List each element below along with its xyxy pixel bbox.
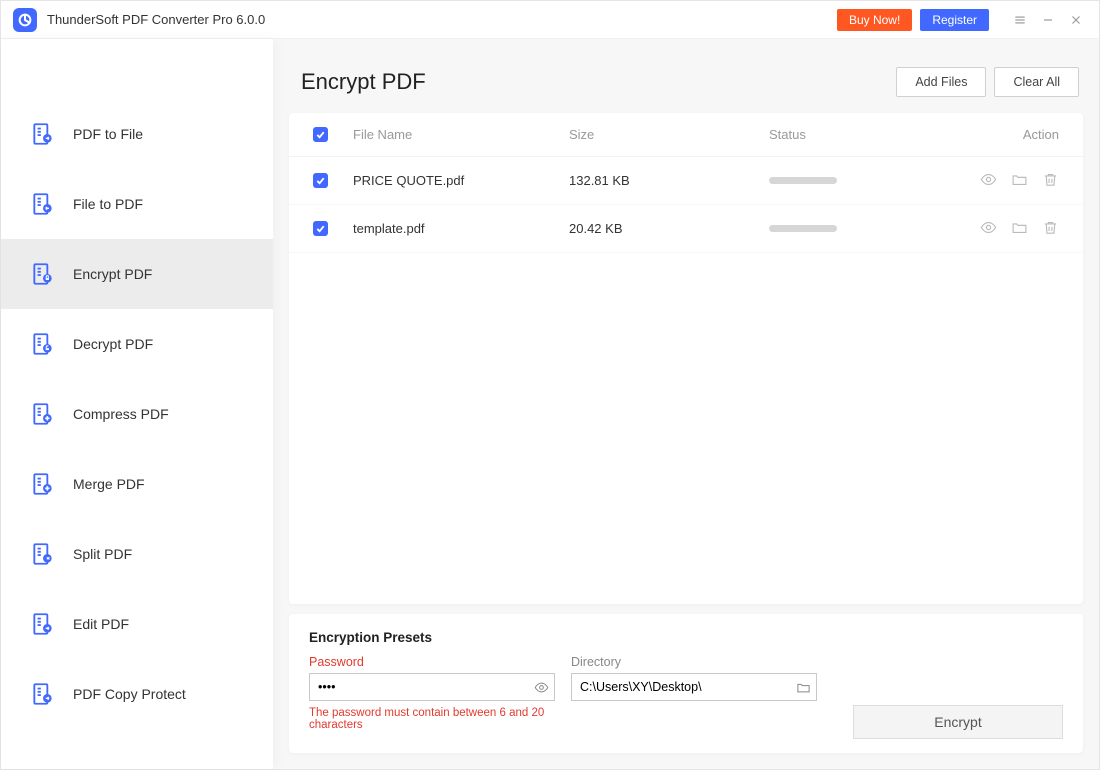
sidebar-item-label: File to PDF	[73, 196, 143, 212]
file-split-icon	[29, 540, 57, 568]
delete-icon[interactable]	[1042, 219, 1059, 239]
main-content: Encrypt PDF Add Files Clear All File Nam…	[273, 39, 1099, 769]
row-checkbox[interactable]	[313, 221, 328, 236]
preview-icon[interactable]	[980, 171, 997, 191]
delete-icon[interactable]	[1042, 171, 1059, 191]
sidebar-item-label: Split PDF	[73, 546, 132, 562]
column-header-action: Action	[939, 127, 1059, 142]
file-name-cell: PRICE QUOTE.pdf	[353, 173, 569, 188]
main-header: Encrypt PDF Add Files Clear All	[273, 39, 1099, 113]
menu-icon[interactable]	[1009, 9, 1031, 31]
clear-all-button[interactable]: Clear All	[994, 67, 1079, 97]
file-compress-icon	[29, 400, 57, 428]
open-folder-icon[interactable]	[1011, 219, 1028, 239]
file-edit-icon	[29, 610, 57, 638]
password-error-msg: The password must contain between 6 and …	[309, 707, 555, 731]
column-header-size: Size	[569, 127, 769, 142]
sidebar-item-encrypt-pdf[interactable]: Encrypt PDF	[1, 239, 273, 309]
sidebar-item-merge-pdf[interactable]: Merge PDF	[1, 449, 273, 519]
file-protect-icon	[29, 680, 57, 708]
sidebar-item-decrypt-pdf[interactable]: Decrypt PDF	[1, 309, 273, 379]
password-input[interactable]	[310, 680, 528, 694]
select-all-checkbox[interactable]	[313, 127, 328, 142]
sidebar-item-label: Edit PDF	[73, 616, 129, 632]
sidebar-item-label: PDF to File	[73, 126, 143, 142]
buy-now-button[interactable]: Buy Now!	[837, 9, 912, 31]
file-status-cell	[769, 177, 939, 184]
sidebar-item-file-to-pdf[interactable]: File to PDF	[1, 169, 273, 239]
sidebar: PDF to File File to PDF Encrypt PDF Decr…	[1, 39, 273, 769]
sidebar-item-copy-protect[interactable]: PDF Copy Protect	[1, 659, 273, 729]
file-merge-icon	[29, 470, 57, 498]
reveal-password-icon[interactable]	[528, 680, 554, 695]
directory-input-wrap	[571, 673, 817, 701]
presets-title: Encryption Presets	[309, 630, 1063, 645]
file-size-cell: 132.81 KB	[569, 173, 769, 188]
file-unlock-icon	[29, 330, 57, 358]
app-title: ThunderSoft PDF Converter Pro 6.0.0	[47, 12, 265, 27]
encrypt-button[interactable]: Encrypt	[853, 705, 1063, 739]
open-folder-icon[interactable]	[1011, 171, 1028, 191]
table-row: PRICE QUOTE.pdf 132.81 KB	[289, 157, 1083, 205]
file-lock-icon	[29, 260, 57, 288]
file-panel: File Name Size Status Action PRICE QUOTE…	[289, 113, 1083, 604]
register-button[interactable]: Register	[920, 9, 989, 31]
sidebar-item-label: Encrypt PDF	[73, 266, 152, 282]
body: PDF to File File to PDF Encrypt PDF Decr…	[1, 39, 1099, 769]
titlebar: ThunderSoft PDF Converter Pro 6.0.0 Buy …	[1, 1, 1099, 39]
file-arrow-right-icon	[29, 120, 57, 148]
sidebar-item-label: Merge PDF	[73, 476, 145, 492]
status-bar-icon	[769, 177, 837, 184]
encryption-presets-panel: Encryption Presets Password The password…	[289, 614, 1083, 753]
add-files-button[interactable]: Add Files	[896, 67, 986, 97]
file-size-cell: 20.42 KB	[569, 221, 769, 236]
column-header-status: Status	[769, 127, 939, 142]
password-label: Password	[309, 655, 555, 669]
password-input-wrap	[309, 673, 555, 701]
minimize-icon[interactable]	[1037, 9, 1059, 31]
column-header-name: File Name	[353, 127, 569, 142]
browse-folder-icon[interactable]	[790, 680, 816, 695]
directory-input[interactable]	[572, 680, 790, 694]
sidebar-item-label: PDF Copy Protect	[73, 686, 186, 702]
directory-label: Directory	[571, 655, 817, 669]
sidebar-item-split-pdf[interactable]: Split PDF	[1, 519, 273, 589]
file-arrow-left-icon	[29, 190, 57, 218]
app-window: ThunderSoft PDF Converter Pro 6.0.0 Buy …	[0, 0, 1100, 770]
table-header: File Name Size Status Action	[289, 113, 1083, 157]
app-logo-icon	[13, 8, 37, 32]
page-title: Encrypt PDF	[301, 69, 426, 95]
row-checkbox[interactable]	[313, 173, 328, 188]
preview-icon[interactable]	[980, 219, 997, 239]
close-icon[interactable]	[1065, 9, 1087, 31]
sidebar-item-pdf-to-file[interactable]: PDF to File	[1, 99, 273, 169]
file-status-cell	[769, 225, 939, 232]
sidebar-item-edit-pdf[interactable]: Edit PDF	[1, 589, 273, 659]
status-bar-icon	[769, 225, 837, 232]
sidebar-item-compress-pdf[interactable]: Compress PDF	[1, 379, 273, 449]
sidebar-item-label: Decrypt PDF	[73, 336, 153, 352]
sidebar-item-label: Compress PDF	[73, 406, 169, 422]
table-row: template.pdf 20.42 KB	[289, 205, 1083, 253]
file-name-cell: template.pdf	[353, 221, 569, 236]
